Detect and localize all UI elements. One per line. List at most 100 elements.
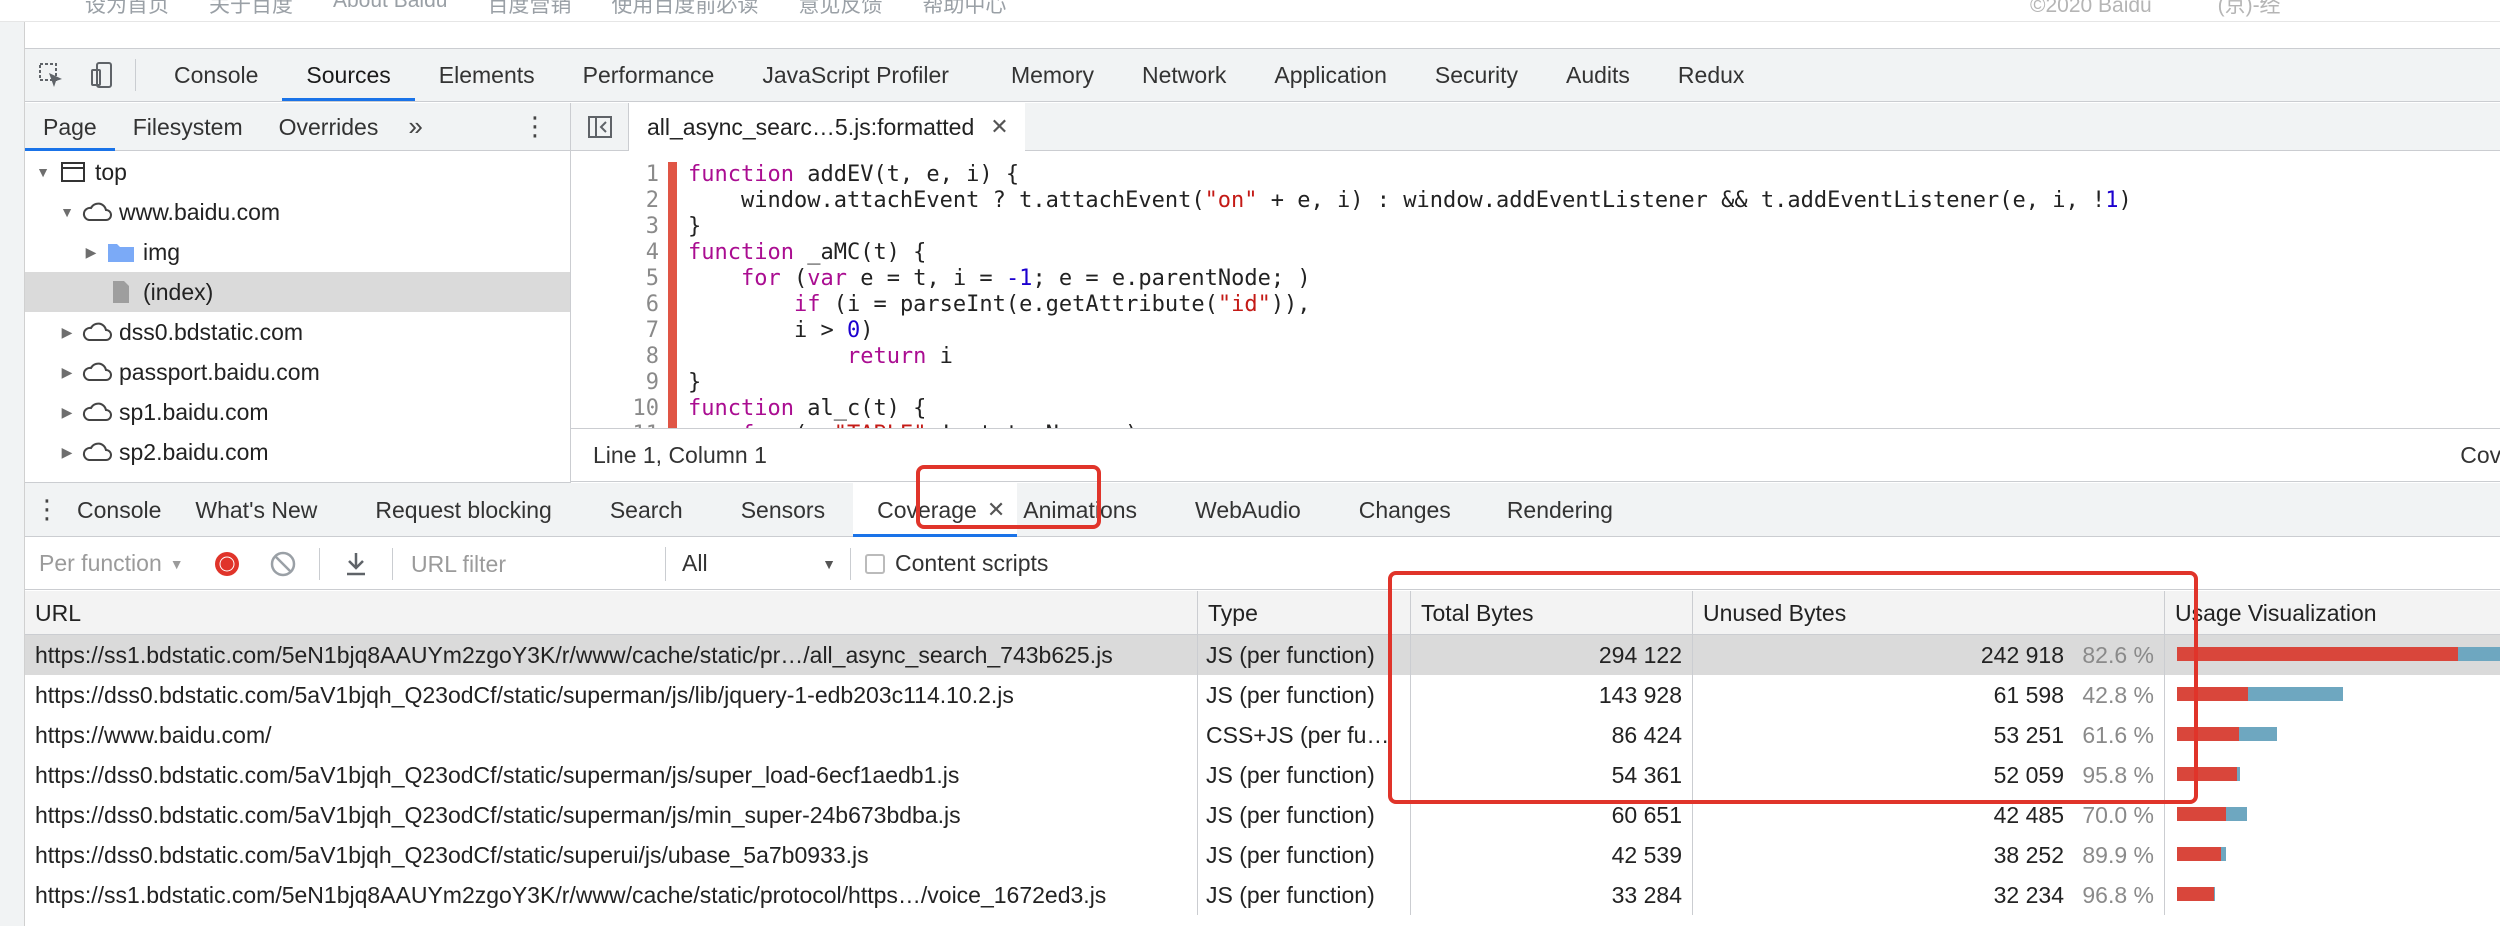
page-footer: 设为首页 关于百度 About Baidu 百度营销 使用百度前必读 意见反馈 … (0, 0, 2500, 22)
line-numbers: 1 2 3 4 5 6 7 8 9 10 11 (571, 162, 660, 428)
expand-arrow-icon[interactable]: ▶ (79, 244, 103, 261)
toggle-navigator-icon[interactable] (571, 102, 629, 151)
usage-bar (2177, 767, 2240, 781)
kebab-menu-icon[interactable]: ⋮ (522, 111, 548, 142)
column-header-usage-visualization[interactable]: Usage Visualization (2165, 591, 2500, 634)
unused-bytes-value: 52 059 (1993, 762, 2064, 788)
code-editor[interactable]: 1 2 3 4 5 6 7 8 9 10 11 function addEV(t… (571, 152, 2500, 428)
type-filter-select[interactable]: All ▼ (666, 550, 836, 577)
tree-item-label: www.baidu.com (119, 198, 281, 225)
kebab-menu-icon[interactable]: ⋮ (25, 494, 69, 525)
line-number: 10 (632, 396, 660, 421)
expand-arrow-icon[interactable]: ▶ (55, 404, 79, 421)
drawer-tab-coverage[interactable]: Coverage ✕ (853, 482, 1018, 537)
expand-arrow-icon[interactable]: ▶ (55, 364, 79, 381)
tree-item-sp1-baidu-com[interactable]: ▶ sp1.baidu.com (25, 392, 570, 432)
cell-url: https://www.baidu.com/ (25, 715, 1198, 755)
separator (319, 547, 320, 580)
cloud-icon (79, 312, 115, 352)
tab-redux[interactable]: Redux (1654, 49, 1768, 101)
tab-overrides[interactable]: Overrides (261, 103, 397, 151)
device-toolbar-icon[interactable] (77, 49, 129, 101)
drawer-tab-search[interactable]: Search (580, 483, 711, 537)
drawer-tab-sensors[interactable]: Sensors (711, 483, 853, 537)
main-toolbar: Console Sources Elements Performance Jav… (25, 48, 2500, 102)
footer-link[interactable]: 意见反馈 (798, 0, 882, 19)
table-row[interactable]: https://ss1.bdstatic.com/5eN1bjq8AAUYm2z… (25, 875, 2500, 915)
tree-item-img[interactable]: ▶ img (25, 232, 570, 272)
cell-usage-visualization (2165, 835, 2500, 875)
expand-arrow-icon[interactable]: ▶ (55, 324, 79, 341)
tree-item-sp2-baidu-com[interactable]: ▶ sp2.baidu.com (25, 432, 570, 472)
drawer-tab-console[interactable]: Console (69, 483, 189, 537)
tree-item-dss0-bdstatic-com[interactable]: ▶ dss0.bdstatic.com (25, 312, 570, 352)
more-tabs-icon[interactable]: » (396, 111, 434, 142)
tab-security[interactable]: Security (1411, 49, 1542, 101)
column-header-type[interactable]: Type (1198, 591, 1411, 634)
drawer-tab-whats-new[interactable]: What's New (189, 483, 345, 537)
cell-url: https://dss0.bdstatic.com/5aV1bjqh_Q23od… (25, 835, 1198, 875)
tab-application[interactable]: Application (1250, 49, 1411, 101)
cell-type: JS (per function) (1198, 755, 1411, 795)
column-header-unused-bytes[interactable]: Unused Bytes (1693, 591, 2165, 634)
coverage-status[interactable]: Coverage (2460, 442, 2500, 469)
column-header-total-bytes[interactable]: Total Bytes (1411, 591, 1693, 634)
coverage-mode-select[interactable]: Per function ▼ (39, 550, 199, 577)
table-row[interactable]: https://dss0.bdstatic.com/5aV1bjqh_Q23od… (25, 755, 2500, 795)
folder-icon (103, 232, 139, 272)
table-row[interactable]: https://www.baidu.com/CSS+JS (per fu… 86 … (25, 715, 2500, 755)
tab-memory[interactable]: Memory (987, 49, 1118, 101)
tab-sources[interactable]: Sources (282, 49, 416, 101)
drawer-tab-changes[interactable]: Changes (1329, 483, 1479, 537)
table-row[interactable]: https://dss0.bdstatic.com/5aV1bjqh_Q23od… (25, 795, 2500, 835)
column-header-url[interactable]: URL (25, 591, 1198, 634)
drawer-tab-webaudio[interactable]: WebAudio (1165, 483, 1329, 537)
tree-item-www-baidu-com[interactable]: ▼ www.baidu.com (25, 192, 570, 232)
inspect-element-icon[interactable] (25, 49, 77, 101)
url-filter-input[interactable]: URL filter (401, 546, 666, 581)
tree-item-label: top (95, 158, 127, 185)
tab-filesystem[interactable]: Filesystem (115, 103, 261, 151)
drawer-tab-rendering[interactable]: Rendering (1479, 483, 1641, 537)
usage-bar (2177, 847, 2227, 861)
footer-link[interactable]: 使用百度前必读 (611, 0, 758, 19)
expand-arrow-icon[interactable]: ▼ (31, 164, 55, 180)
footer-link[interactable]: 帮助中心 (922, 0, 1006, 19)
close-icon[interactable]: ✕ (987, 483, 1005, 537)
code-line: function _aMC(t) { (688, 240, 927, 265)
record-button[interactable] (199, 538, 255, 590)
tree-item-top[interactable]: ▼ top (25, 152, 570, 192)
tree-item-index[interactable]: (index) (25, 272, 570, 312)
tab-audits[interactable]: Audits (1542, 49, 1654, 101)
coverage-toolbar: Per function ▼ URL filter All ▼ Content … (25, 538, 2500, 590)
content-scripts-checkbox[interactable] (865, 553, 885, 574)
drawer-tab-animations[interactable]: Animations (1017, 483, 1165, 537)
expand-arrow-icon[interactable]: ▶ (55, 444, 79, 461)
footer-link[interactable]: 百度营销 (487, 0, 571, 19)
tab-elements[interactable]: Elements (415, 49, 559, 101)
tab-page[interactable]: Page (25, 103, 115, 151)
cloud-icon (79, 392, 115, 432)
close-icon[interactable]: ✕ (990, 103, 1008, 151)
tab-javascript-profiler[interactable]: JavaScript Profiler (738, 49, 973, 101)
tab-performance[interactable]: Performance (559, 49, 739, 101)
editor-file-tab[interactable]: all_async_searc…5.js:formatted ✕ (629, 102, 1025, 151)
tab-label: Animations (1023, 496, 1138, 523)
tab-console[interactable]: Console (150, 49, 282, 101)
footer-link[interactable]: 设为首页 (85, 0, 169, 19)
tree-item-passport-baidu-com[interactable]: ▶ passport.baidu.com (25, 352, 570, 392)
unused-percent: 96.8 % (2082, 882, 2154, 908)
expand-arrow-icon[interactable]: ▼ (55, 204, 79, 220)
drawer-tab-request-blocking[interactable]: Request blocking (345, 483, 579, 537)
unused-percent: 95.8 % (2082, 762, 2154, 788)
cell-total-bytes: 86 424 (1411, 715, 1693, 755)
table-row[interactable]: https://ss1.bdstatic.com/5eN1bjq8AAUYm2z… (25, 635, 2500, 675)
clear-icon[interactable] (255, 538, 311, 590)
table-row[interactable]: https://dss0.bdstatic.com/5aV1bjqh_Q23od… (25, 675, 2500, 715)
footer-link[interactable]: 关于百度 (209, 0, 293, 19)
table-row[interactable]: https://dss0.bdstatic.com/5aV1bjqh_Q23od… (25, 835, 2500, 875)
footer-link[interactable]: About Baidu (333, 0, 447, 19)
tab-network[interactable]: Network (1118, 49, 1250, 101)
header-label: Unused Bytes (1703, 600, 1847, 626)
export-download-icon[interactable] (328, 538, 384, 590)
